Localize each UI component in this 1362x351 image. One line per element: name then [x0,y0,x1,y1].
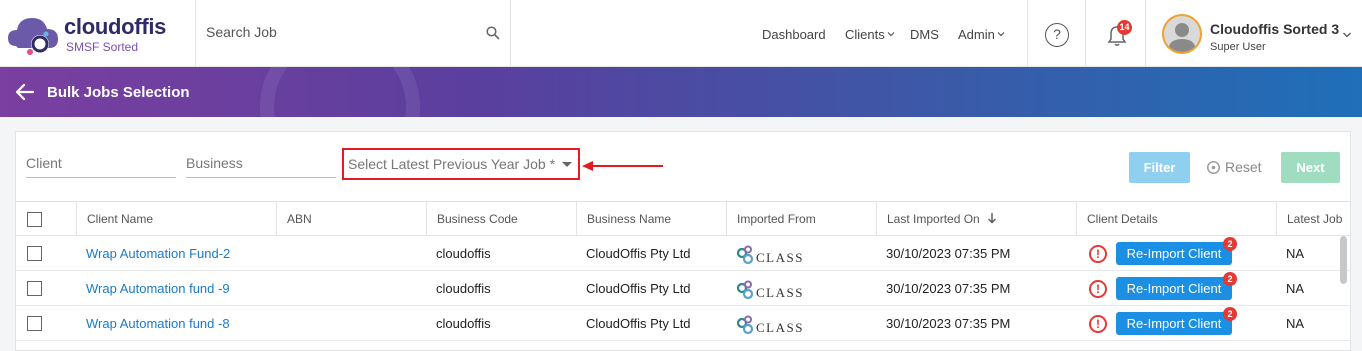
alert-circle-icon: ! [1089,315,1107,333]
latest-job-cell: NA [1286,246,1305,261]
row-checkbox[interactable] [27,246,42,261]
last-imported-cell: 30/10/2023 07:35 PM [886,281,1011,296]
column-header[interactable]: Client Details [1076,202,1276,236]
divider [1145,0,1146,66]
abn-cell [276,236,286,271]
table-row[interactable]: Wrap Automation Fund-2 cloudoffis CloudO… [16,236,1350,271]
notification-count-badge: 14 [1117,20,1132,35]
business-name-cell: CloudOffis Pty Ltd [586,246,691,261]
search-input[interactable] [206,24,476,40]
client-filter-placeholder: Client [26,155,62,171]
latest-job-cell: NA [1286,316,1305,331]
avatar[interactable] [1162,14,1202,54]
nav-dashboard[interactable]: Dashboard [762,27,826,42]
annotation-arrow-icon [582,161,663,171]
business-code-cell: cloudoffis [436,246,491,261]
imported-from-text: CLASS [756,320,804,335]
help-icon[interactable]: ? [1045,23,1069,47]
next-button[interactable]: Next [1281,152,1340,183]
class-logo-icon: CLASS [736,315,804,335]
select-all-checkbox[interactable] [27,212,42,227]
user-avatar-icon [1168,23,1196,52]
nav-admin[interactable]: Admin [958,27,1005,42]
divider [1085,0,1086,66]
user-name[interactable]: Cloudoffis Sorted 3 [1210,21,1339,37]
client-name-link[interactable]: Wrap Automation fund -8 [76,306,230,341]
chevron-down-icon[interactable] [1342,30,1352,40]
page-title: Bulk Jobs Selection [47,84,190,101]
previous-year-job-select[interactable]: Select Latest Previous Year Job * [342,148,580,180]
client-name-link[interactable]: Wrap Automation Fund-2 [76,236,230,271]
nav-label: DMS [910,27,939,42]
column-header-sorted[interactable]: Last Imported On [876,202,1076,236]
class-logo-icon: CLASS [736,245,804,265]
row-checkbox[interactable] [27,281,42,296]
business-name-cell: CloudOffis Pty Ltd [586,281,691,296]
chevron-down-icon [887,32,895,37]
banner-decoration [260,67,420,117]
table-header: Client Name ABN Business Code Business N… [16,201,1350,236]
reset-button[interactable]: Reset [1225,159,1262,175]
user-role: Super User [1210,41,1266,53]
bulk-jobs-card: Client Business Select Latest Previous Y… [15,131,1351,351]
latest-job-cell: NA [1286,281,1305,296]
last-imported-cell: 30/10/2023 07:35 PM [886,246,1011,261]
cloud-logo-icon [8,18,58,55]
column-header-label: Last Imported On [887,212,980,226]
column-header[interactable]: Business Name [576,202,726,236]
re-import-count-badge: 2 [1223,237,1237,251]
chevron-down-icon [997,32,1005,37]
column-header[interactable]: Business Code [426,202,576,236]
re-import-client-button[interactable]: Re-Import Client [1116,277,1232,300]
re-import-count-badge: 2 [1223,307,1237,321]
divider [510,0,511,66]
re-import-count-badge: 2 [1223,272,1237,286]
re-import-client-button[interactable]: Re-Import Client [1116,312,1232,335]
abn-cell [276,271,286,306]
business-code-cell: cloudoffis [436,281,491,296]
client-name-link[interactable]: Wrap Automation fund -9 [76,271,230,306]
brand-tagline: SMSF Sorted [66,40,139,54]
reset-icon[interactable] [1206,160,1221,175]
last-imported-cell: 30/10/2023 07:35 PM [886,316,1011,331]
table-row[interactable]: Wrap Automation fund -9 cloudoffis Cloud… [16,271,1350,306]
table-scrollbar[interactable] [1340,236,1347,284]
divider [1027,0,1028,66]
column-header[interactable]: Client Name [76,202,276,236]
back-arrow-icon[interactable] [16,84,34,100]
re-import-client-button[interactable]: Re-Import Client [1116,242,1232,265]
previous-year-job-placeholder: Select Latest Previous Year Job * [348,156,556,172]
search-box[interactable] [196,0,510,66]
client-filter-field[interactable]: Client [26,154,176,178]
alert-circle-icon: ! [1089,280,1107,298]
brand-logo[interactable]: cloudoffis SMSF Sorted [6,6,192,61]
imported-from-text: CLASS [756,250,804,265]
business-filter-placeholder: Business [186,155,243,171]
nav-label: Dashboard [762,27,826,42]
column-header[interactable]: Latest Job [1276,202,1350,236]
column-header[interactable]: ABN [276,202,426,236]
sort-down-arrow-icon [988,213,997,224]
table-row[interactable]: Wrap Automation fund -8 cloudoffis Cloud… [16,306,1350,341]
page-banner: Bulk Jobs Selection [0,67,1362,117]
filter-button[interactable]: Filter [1129,152,1190,183]
imported-from-text: CLASS [756,285,804,300]
row-checkbox[interactable] [27,316,42,331]
brand-name: cloudoffis [64,14,167,39]
nav-clients[interactable]: Clients [845,27,895,42]
alert-circle-icon: ! [1089,245,1107,263]
nav-dms[interactable]: DMS [910,27,939,42]
top-header: cloudoffis SMSF Sorted Dashboard Clients… [0,0,1362,67]
nav-label: Admin [958,27,995,42]
class-logo-icon: CLASS [736,280,804,300]
business-code-cell: cloudoffis [436,316,491,331]
column-header[interactable]: Imported From [726,202,876,236]
abn-cell [276,306,286,341]
business-name-cell: CloudOffis Pty Ltd [586,316,691,331]
nav-label: Clients [845,27,885,42]
business-filter-field[interactable]: Business [186,154,336,178]
caret-down-icon [562,162,572,167]
search-icon[interactable] [486,26,500,40]
